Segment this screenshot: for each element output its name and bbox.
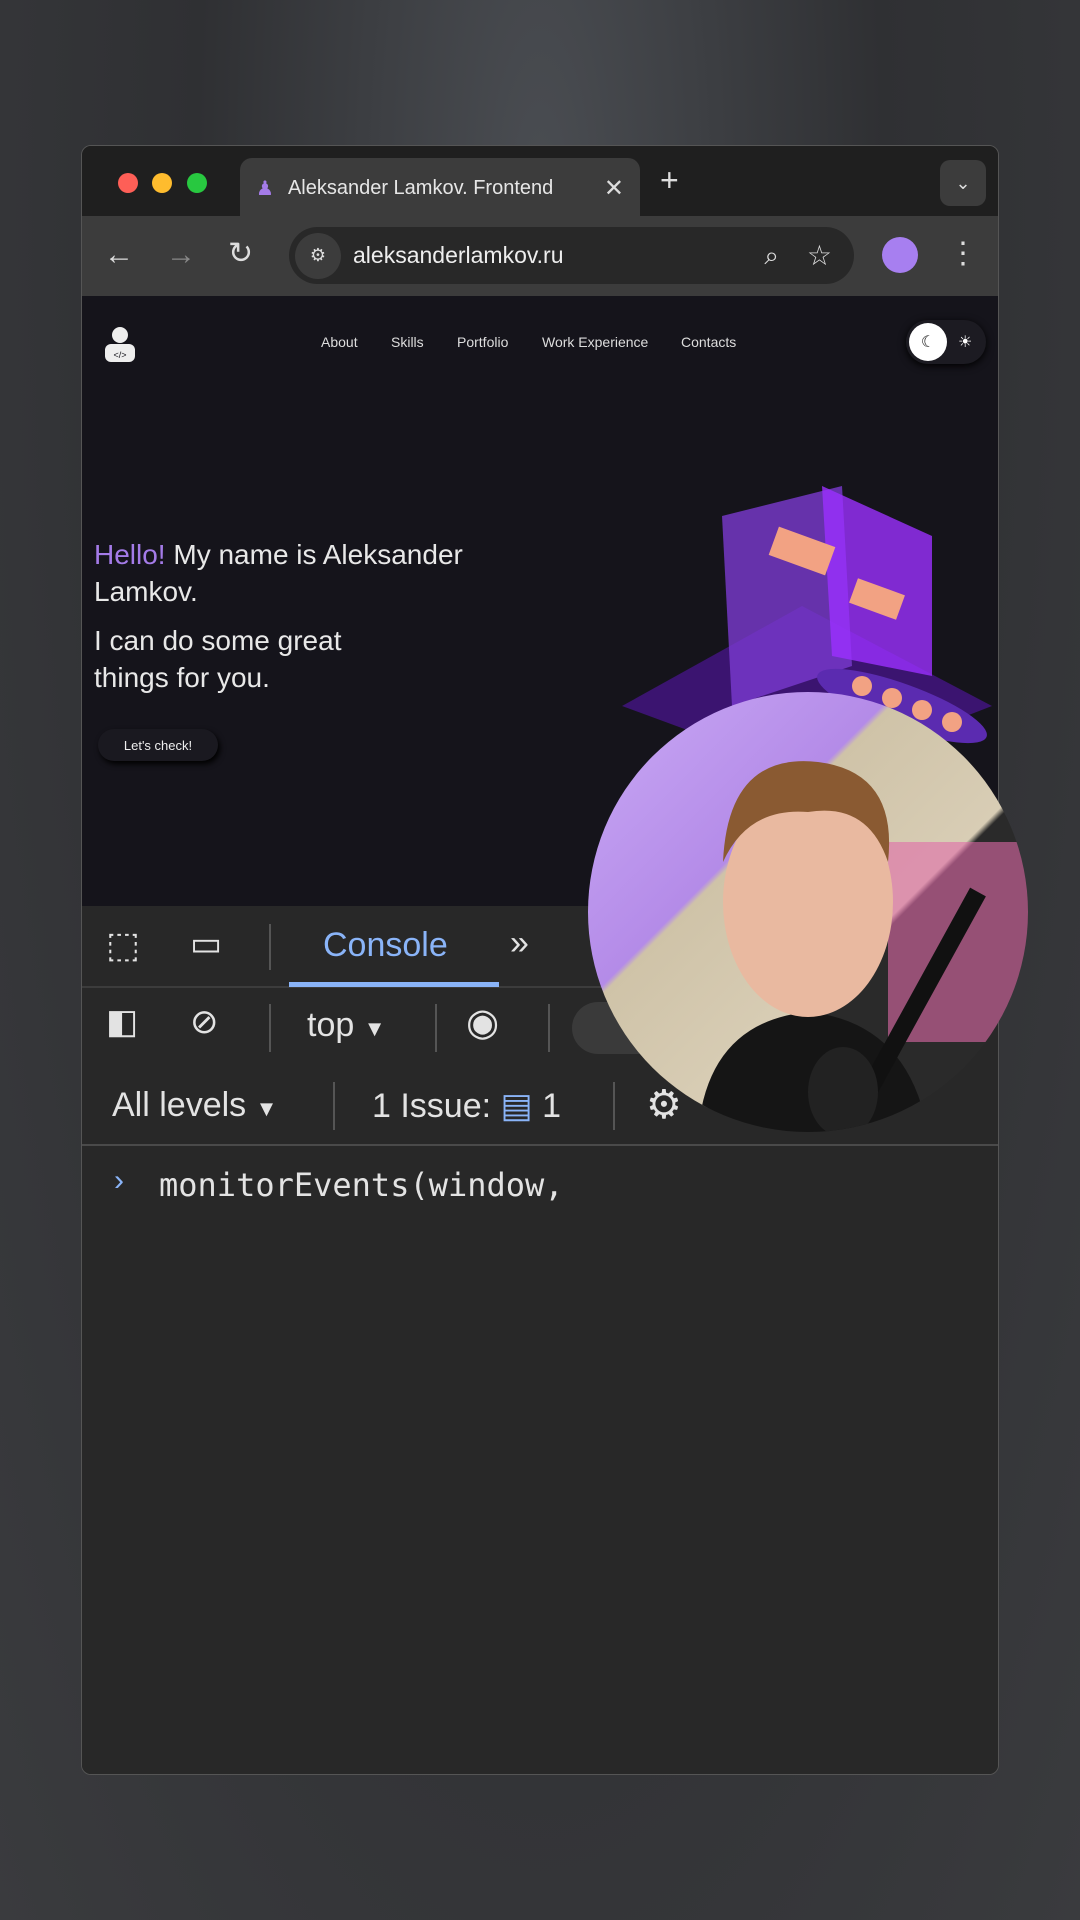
inspect-element-icon[interactable]: ⬚ <box>106 924 140 966</box>
levels-select[interactable]: All levels ▼ <box>112 1086 277 1125</box>
address-bar[interactable]: ⚙ aleksanderlamkov.ru ⌕ ☆ <box>289 227 854 284</box>
tab-bar: ♟ Aleksander Lamkov. Frontend ✕ + ⌄ <box>82 146 998 218</box>
issues-button[interactable]: 1 Issue: ▤ 1 <box>372 1086 561 1126</box>
forward-icon[interactable]: → <box>166 238 196 272</box>
nav-contacts[interactable]: Contacts <box>681 334 736 350</box>
moon-icon: ☾ <box>909 323 947 361</box>
zoom-icon[interactable]: ⌕ <box>764 240 779 272</box>
reload-icon[interactable]: ↻ <box>228 236 253 271</box>
svg-text:</>: </> <box>113 350 126 360</box>
levels-value: All levels <box>112 1086 247 1124</box>
console-input[interactable]: monitorEvents(window, <box>159 1166 564 1204</box>
star-icon[interactable]: ☆ <box>807 239 832 272</box>
minimize-window-button[interactable] <box>152 173 172 193</box>
nav-work-experience[interactable]: Work Experience <box>542 334 648 350</box>
nav-skills[interactable]: Skills <box>391 334 424 350</box>
issues-count: 1 <box>542 1087 562 1125</box>
dropdown-icon: ▼ <box>255 1096 278 1121</box>
device-toolbar-icon[interactable]: ▭ <box>190 924 222 964</box>
webcam-overlay <box>588 692 1028 1132</box>
more-tabs-icon[interactable]: » <box>510 924 529 963</box>
close-icon[interactable]: ✕ <box>604 174 624 203</box>
favicon-icon: ♟ <box>256 177 274 200</box>
menu-icon[interactable]: ⋮ <box>948 236 978 271</box>
new-tab-icon[interactable]: + <box>660 162 679 199</box>
nav-about[interactable]: About <box>321 334 358 350</box>
context-select[interactable]: top ▼ <box>307 1006 386 1045</box>
presenter-video <box>698 761 1028 1132</box>
issue-message-icon: ▤ <box>500 1087 533 1125</box>
lets-check-button[interactable]: Let's check! <box>98 729 218 761</box>
tagline-text: I can do some great things for you. <box>94 625 342 693</box>
close-window-button[interactable] <box>118 173 138 193</box>
context-value: top <box>307 1006 355 1044</box>
live-expression-eye-icon[interactable]: ◉ <box>466 1000 499 1045</box>
tab-active[interactable]: ♟ Aleksander Lamkov. Frontend ✕ <box>240 158 640 218</box>
nav-portfolio[interactable]: Portfolio <box>457 334 508 350</box>
prompt-chevron-icon: › <box>114 1164 124 1197</box>
console-output[interactable]: › monitorEvents(window, <box>82 1146 998 1774</box>
clear-console-icon[interactable]: ⊘ <box>190 1002 219 1042</box>
dropdown-icon: ▼ <box>363 1016 386 1041</box>
sun-icon: ☀ <box>958 334 973 351</box>
hero-heading: Hello! My name is Aleksander Lamkov. <box>94 536 514 610</box>
logo-icon[interactable]: </> <box>102 326 138 362</box>
url-text: aleksanderlamkov.ru <box>353 242 564 268</box>
site-settings-icon[interactable]: ⚙ <box>295 232 341 279</box>
issues-label: 1 Issue: <box>372 1087 492 1125</box>
maximize-window-button[interactable] <box>187 173 207 193</box>
tab-title: Aleksander Lamkov. Frontend <box>287 176 554 199</box>
tab-list-icon[interactable]: ⌄ <box>940 160 986 206</box>
sidebar-toggle-icon[interactable]: ◧ <box>106 1002 138 1042</box>
profile-avatar[interactable] <box>882 237 918 273</box>
hello-text: Hello! <box>94 539 166 570</box>
tab-console[interactable]: Console <box>323 926 448 965</box>
theme-toggle[interactable]: ☾ ☀ <box>906 320 986 364</box>
toolbar: ← → ↻ ⚙ aleksanderlamkov.ru ⌕ ☆ ⋮ <box>82 216 998 296</box>
back-icon[interactable]: ← <box>104 238 134 272</box>
active-tab-indicator <box>289 982 499 987</box>
